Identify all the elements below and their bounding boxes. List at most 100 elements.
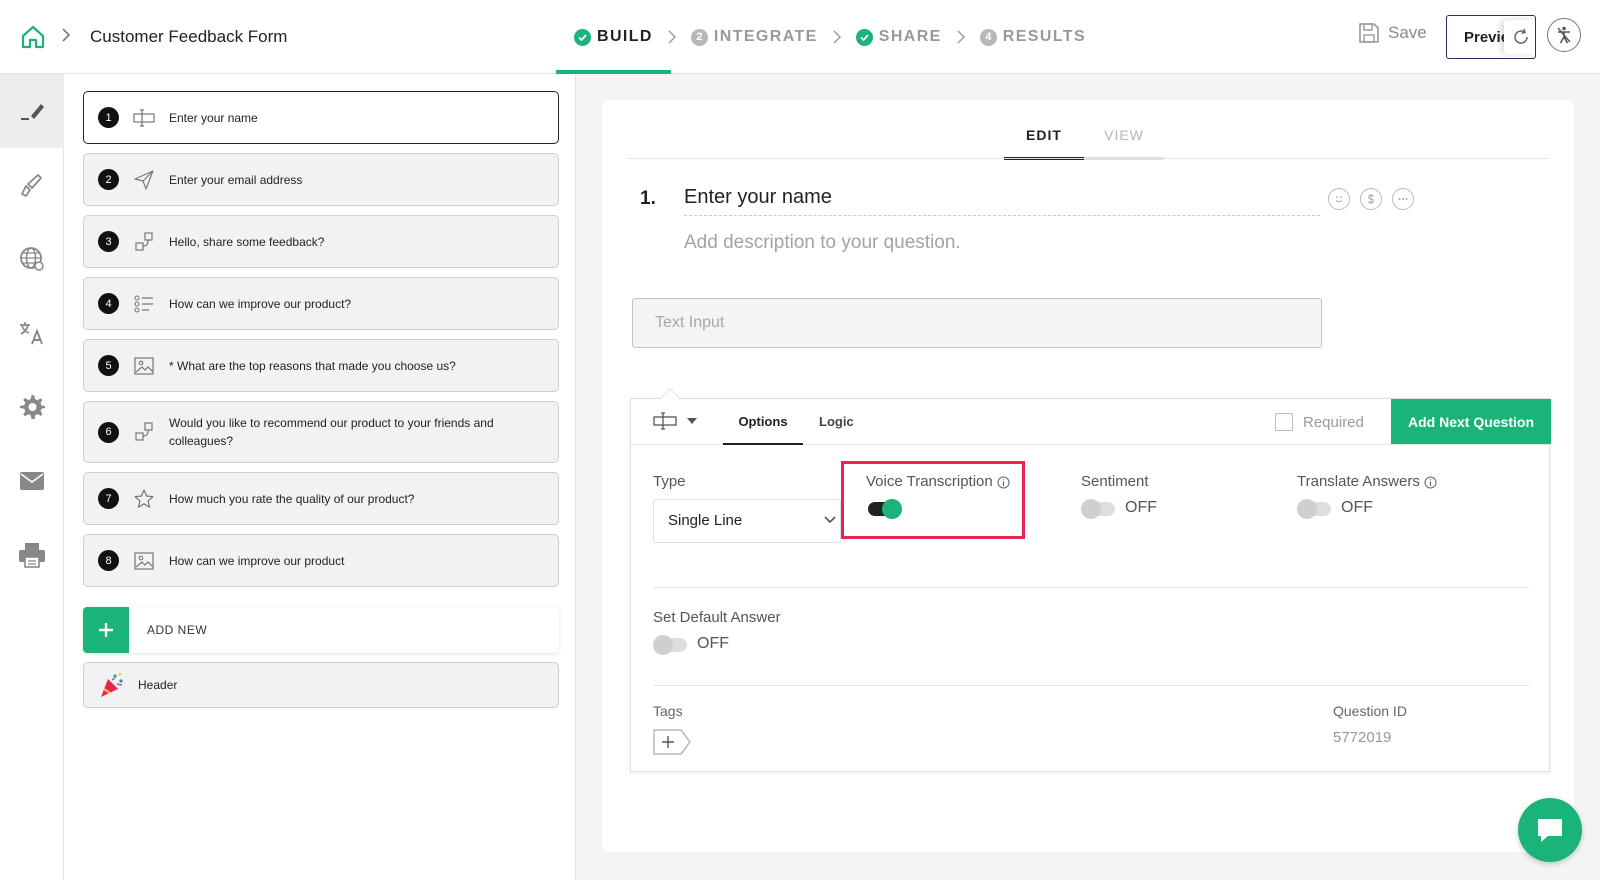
send-icon (133, 169, 155, 191)
step-results[interactable]: 4 RESULTS (974, 0, 1092, 74)
image-icon (133, 355, 155, 377)
header-item[interactable]: Header (83, 662, 559, 708)
question-text: Enter your name (169, 110, 258, 125)
sentiment-toggle[interactable] (1081, 499, 1117, 519)
form-title: Customer Feedback Form (90, 27, 288, 46)
question-text: Enter your email address (169, 172, 303, 187)
question-editor: EDIT VIEW 1. Enter your name Add descrip… (602, 100, 1574, 852)
question-number: 3 (98, 231, 119, 252)
plus-icon (83, 607, 129, 653)
chevron-right-icon (832, 30, 842, 44)
check-icon (855, 28, 873, 46)
checkbox-box (1275, 413, 1293, 431)
question-list: 1 Enter your name 2 Enter your email add… (64, 74, 576, 880)
header-item-label: Header (138, 678, 178, 692)
translate-answers-toggle[interactable] (1297, 499, 1333, 519)
more-icon[interactable] (1392, 188, 1414, 210)
question-text: * What are the top reasons that made you… (169, 358, 456, 373)
required-checkbox[interactable]: Required (1275, 413, 1364, 431)
step-build[interactable]: BUILD (556, 0, 671, 74)
answer-preview-input[interactable]: Text Input (632, 298, 1322, 348)
question-item-6[interactable]: 6 Would you like to recommend our produc… (83, 401, 559, 463)
text-field-icon (653, 412, 677, 430)
question-id-value: 5772019 (1333, 729, 1392, 746)
text-field-icon (133, 107, 155, 129)
question-item-2[interactable]: 2 Enter your email address (83, 153, 559, 206)
question-number: 5 (98, 355, 119, 376)
chevron-down-icon (824, 516, 836, 524)
options-header: Options Logic Required Add Next Question (631, 399, 1551, 445)
default-answer-toggle[interactable] (653, 635, 689, 655)
smiley-icon[interactable] (1328, 188, 1350, 210)
preview-button[interactable]: Preview (1446, 15, 1536, 59)
divider (653, 685, 1529, 686)
type-select[interactable]: Single Line (653, 499, 841, 543)
question-item-5[interactable]: 5 * What are the top reasons that made y… (83, 339, 559, 392)
tab-view[interactable]: VIEW (1084, 120, 1164, 160)
divider (628, 158, 1548, 159)
top-bar: Customer Feedback Form BUILD 2 INTEGRATE… (0, 0, 1600, 74)
print-icon[interactable] (0, 518, 64, 592)
step-label: BUILD (597, 28, 653, 45)
question-text: Hello, share some feedback? (169, 234, 325, 249)
translate-icon[interactable] (0, 296, 64, 370)
question-item-7[interactable]: 7 How much you rate the quality of our p… (83, 472, 559, 525)
chat-bubble-icon (1538, 819, 1562, 842)
step-integrate[interactable]: 2 INTEGRATE (685, 0, 824, 74)
globe-icon[interactable] (0, 222, 64, 296)
default-answer-state: OFF (697, 635, 729, 652)
save-button[interactable]: Save (1358, 22, 1427, 44)
star-icon (133, 488, 155, 510)
chat-support-button[interactable] (1518, 798, 1582, 862)
type-label: Type (653, 473, 686, 490)
step-share[interactable]: SHARE (850, 0, 948, 74)
question-item-1[interactable]: 1 Enter your name (83, 91, 559, 144)
brush-icon[interactable] (0, 148, 64, 222)
party-popper-icon (98, 671, 126, 699)
voice-transcription-label: Voice Transcription (866, 473, 1010, 490)
settings-icon[interactable] (0, 370, 64, 444)
options-panel: Options Logic Required Add Next Question… (630, 388, 1551, 772)
refresh-icon[interactable] (1504, 20, 1535, 54)
sentiment-state: OFF (1125, 499, 1157, 516)
tags-label: Tags (653, 703, 683, 719)
chevron-right-icon (60, 28, 72, 42)
question-type-dropdown[interactable] (653, 411, 697, 431)
info-icon (997, 476, 1010, 489)
divider (653, 587, 1529, 588)
description-input[interactable]: Add description to your question. (684, 232, 961, 254)
add-next-question-button[interactable]: Add Next Question (1391, 399, 1551, 444)
accessibility-icon[interactable] (1547, 18, 1581, 52)
question-text: How can we improve our product? (169, 296, 352, 311)
add-new-button[interactable]: ADD NEW (83, 607, 559, 653)
question-title-input[interactable]: Enter your name (684, 186, 1320, 216)
question-number: 1 (98, 107, 119, 128)
tab-edit[interactable]: EDIT (1004, 120, 1084, 160)
question-number: 4 (98, 293, 119, 314)
caret-down-icon (687, 418, 697, 424)
matrix-icon (133, 421, 155, 443)
dollar-icon[interactable] (1360, 188, 1382, 210)
question-item-8[interactable]: 8 How can we improve our product (83, 534, 559, 587)
edit-icon[interactable] (0, 74, 64, 148)
default-answer-label: Set Default Answer (653, 609, 781, 626)
step-number: 4 (979, 28, 997, 46)
add-tag-button[interactable] (653, 729, 691, 755)
step-label: SHARE (878, 28, 942, 45)
tab-options[interactable]: Options (723, 414, 803, 445)
question-item-3[interactable]: 3 Hello, share some feedback? (83, 215, 559, 268)
left-rail (0, 74, 64, 880)
home-icon[interactable] (20, 24, 46, 50)
matrix-icon (133, 231, 155, 253)
question-number: 2 (98, 169, 119, 190)
voice-transcription-toggle[interactable] (866, 499, 902, 519)
check-icon (574, 28, 591, 46)
chevron-right-icon (956, 30, 966, 44)
tab-logic[interactable]: Logic (819, 414, 854, 429)
question-number: 1. (640, 188, 656, 209)
question-item-4[interactable]: 4 How can we improve our product? (83, 277, 559, 330)
question-number: 6 (98, 421, 119, 443)
step-label: RESULTS (1002, 28, 1087, 45)
mail-icon[interactable] (0, 444, 64, 518)
question-id-label: Question ID (1333, 703, 1407, 719)
